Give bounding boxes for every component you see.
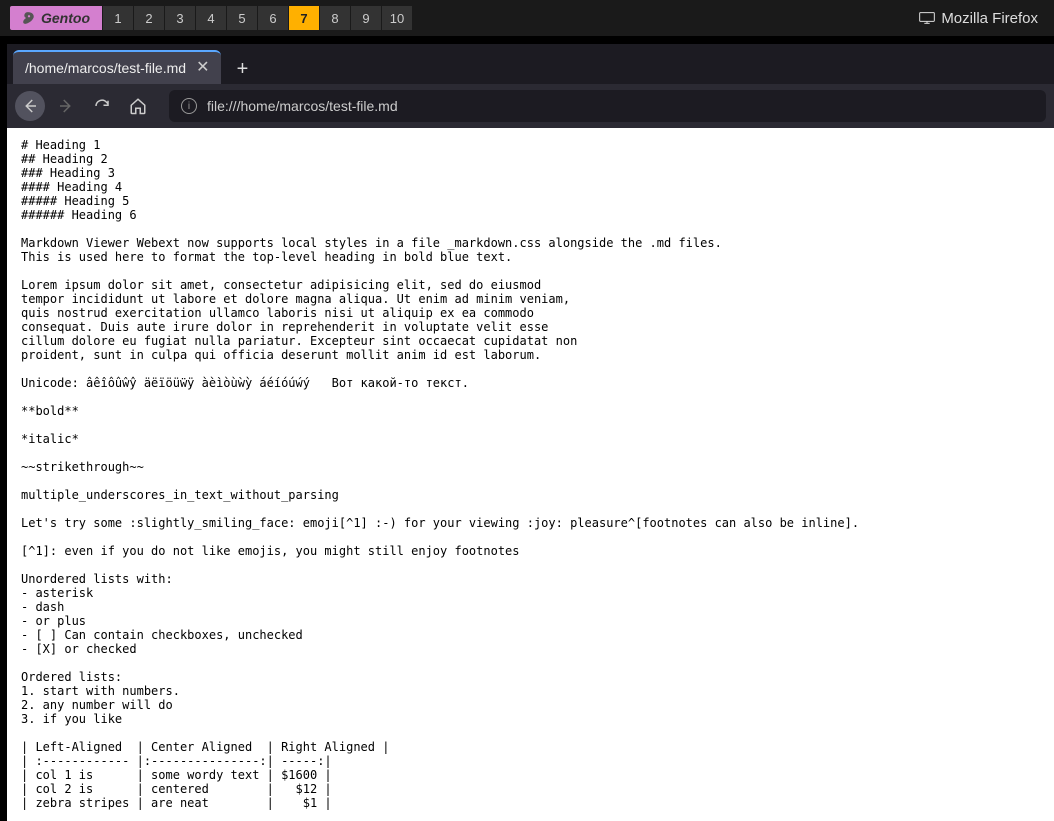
workspace-switcher: 12345678910 [103,6,413,30]
monitor-icon [919,12,935,24]
new-tab-button[interactable]: + [227,54,257,84]
raw-markdown-text: # Heading 1 ## Heading 2 ### Heading 3 #… [21,138,1048,821]
reload-icon [93,97,111,115]
workspace-7[interactable]: 7 [289,6,319,30]
page-content: # Heading 1 ## Heading 2 ### Heading 3 #… [7,128,1054,821]
taskbar-left: Gentoo 12345678910 [6,0,413,36]
gentoo-icon [22,11,36,25]
site-info-icon[interactable]: i [181,98,197,114]
workspace-3[interactable]: 3 [165,6,195,30]
home-button[interactable] [123,91,153,121]
tab-strip: /home/marcos/test-file.md ✕ + [7,44,1054,84]
taskbar: Gentoo 12345678910 Mozilla Firefox [0,0,1054,36]
workspace-5[interactable]: 5 [227,6,257,30]
os-badge[interactable]: Gentoo [10,6,102,30]
workspace-9[interactable]: 9 [351,6,381,30]
workspace-10[interactable]: 10 [382,6,412,30]
nav-toolbar: i file:///home/marcos/test-file.md [7,84,1054,128]
back-button[interactable] [15,91,45,121]
close-tab-icon[interactable]: ✕ [196,60,209,76]
workspace-6[interactable]: 6 [258,6,288,30]
workspace-1[interactable]: 1 [103,6,133,30]
taskbar-right: Mozilla Firefox [919,10,1048,27]
active-app-label: Mozilla Firefox [941,10,1038,27]
workspace-4[interactable]: 4 [196,6,226,30]
forward-button [51,91,81,121]
workspace-2[interactable]: 2 [134,6,164,30]
browser-window: /home/marcos/test-file.md ✕ + i file:///… [7,44,1054,821]
arrow-left-icon [21,97,39,115]
browser-tab-active[interactable]: /home/marcos/test-file.md ✕ [13,50,221,84]
active-app-indicator[interactable]: Mozilla Firefox [919,10,1038,27]
os-label: Gentoo [41,10,90,26]
arrow-right-icon [57,97,75,115]
url-text: file:///home/marcos/test-file.md [207,98,398,114]
address-bar[interactable]: i file:///home/marcos/test-file.md [169,90,1046,122]
home-icon [129,97,147,115]
tab-title: /home/marcos/test-file.md [25,60,186,76]
reload-button[interactable] [87,91,117,121]
workspace-8[interactable]: 8 [320,6,350,30]
